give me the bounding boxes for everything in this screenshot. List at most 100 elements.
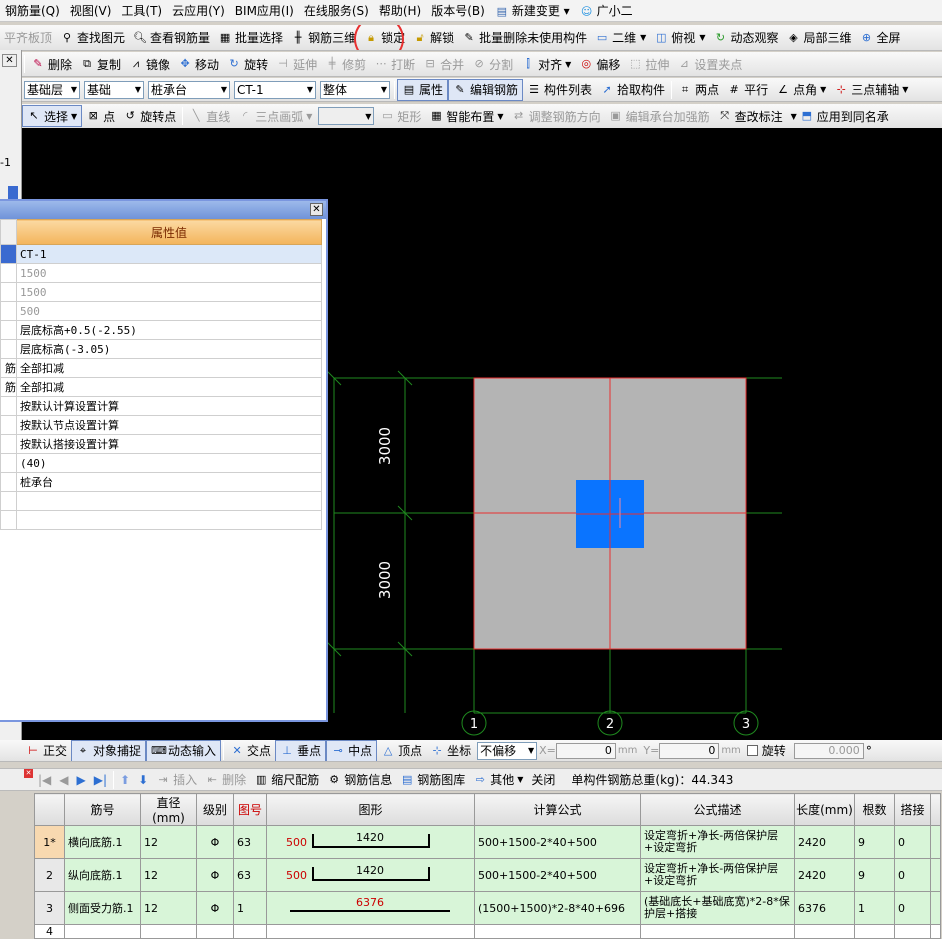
grade-cell[interactable]: Φ xyxy=(196,858,234,892)
grade-cell[interactable]: Φ xyxy=(196,891,234,925)
property-row[interactable]: 层底标高+0.5(-2.55) xyxy=(0,320,322,340)
property-row[interactable]: 按默认搭接设置计算 xyxy=(0,434,322,454)
menu-help[interactable]: 帮助(H) xyxy=(374,1,426,21)
property-row[interactable]: CT-1 xyxy=(0,244,322,264)
point-button[interactable]: ⊠ 点 xyxy=(82,105,119,127)
local-3d-button[interactable]: ◈ 局部三维 xyxy=(782,27,855,49)
property-row[interactable]: 1500 xyxy=(0,263,322,283)
type-select[interactable]: 桩承台 ▼ xyxy=(148,80,230,99)
rotate-button[interactable]: ↻ 旋转 xyxy=(223,53,272,75)
last-record-button[interactable]: ▶| xyxy=(90,769,111,790)
align-dropdown[interactable]: ⫿ 对齐 ▼ xyxy=(517,53,575,75)
rebar-library-button[interactable]: ▤ 钢筋图库 xyxy=(396,769,469,790)
column-header[interactable]: 级别 xyxy=(196,793,234,826)
stretch-button[interactable]: ⬚ 拉伸 xyxy=(624,53,673,75)
column-header[interactable]: 公式描述 xyxy=(640,793,795,826)
property-value-cell[interactable]: 按默认搭接设置计算 xyxy=(16,434,322,454)
adjust-rebar-direction-button[interactable]: ⇄ 调整钢筋方向 xyxy=(508,105,605,127)
column-header[interactable]: 长度(mm) xyxy=(794,793,855,826)
close-rebar-button[interactable]: 关闭 xyxy=(527,769,559,790)
delete-button[interactable]: ✎ 删除 xyxy=(27,53,76,75)
mirror-button[interactable]: ⩘ 镜像 xyxy=(125,53,174,75)
menu-assistant[interactable]: ☺ 广小二 xyxy=(575,1,638,21)
desc-cell[interactable]: 设定弯折+净长-两倍保护层+设定弯折 xyxy=(640,858,795,892)
dynamic-orbit-button[interactable]: ↻ 动态观察 xyxy=(709,27,782,49)
shape-cell[interactable]: 500 1420 xyxy=(266,858,475,892)
select-dropdown[interactable]: ↖ 选择 ▼ xyxy=(22,105,83,127)
edit-cap-reinforcement-button[interactable]: ▣ 编辑承台加强筋 xyxy=(605,105,714,127)
properties-toggle[interactable]: ▤ 属性 xyxy=(397,78,449,101)
formula-cell[interactable]: 500+1500-2*40+500 xyxy=(474,858,641,892)
extend-button[interactable]: ⊣ 延伸 xyxy=(272,53,321,75)
top-view-dropdown[interactable]: ◫ 俯视 ▼ xyxy=(650,27,709,49)
coordinate-snap-button[interactable]: ⊹ 坐标 xyxy=(426,740,475,761)
three-point-axis-dropdown[interactable]: ⊹ 三点辅轴 ▼ xyxy=(830,79,912,101)
menu-cloud[interactable]: 云应用(Y) xyxy=(167,1,230,21)
fig-cell[interactable]: 1 xyxy=(233,891,267,925)
prev-record-button[interactable]: ◀ xyxy=(55,769,72,790)
ortho-button[interactable]: ⊢ 正交 xyxy=(22,740,71,761)
table-row[interactable]: 1* 横向底筋.1 12 Φ 63 500 1420 500+1500-2*40+500 设定弯… xyxy=(34,825,941,859)
insert-button[interactable]: ⇥ 插入 xyxy=(152,769,201,790)
rotate-checkbox[interactable] xyxy=(746,745,758,756)
smart-layout-dropdown[interactable]: ▦ 智能布置 ▼ xyxy=(425,105,507,127)
name-cell[interactable]: 纵向底筋.1 xyxy=(64,858,141,892)
scope-select[interactable]: 整体 ▼ xyxy=(320,80,390,99)
formula-cell[interactable]: (1500+1500)*2-8*40+696 xyxy=(474,891,641,925)
view-rebar-qty-button[interactable]: 🔍︎ 查看钢筋量 xyxy=(129,27,214,49)
component-list-button[interactable]: ☰ 构件列表 xyxy=(523,79,596,101)
parallel-button[interactable]: # 平行 xyxy=(723,79,772,101)
fullscreen-button[interactable]: ⊕ 全屏 xyxy=(856,27,905,49)
property-value-cell[interactable]: 按默认节点设置计算 xyxy=(16,415,322,435)
count-cell[interactable]: 9 xyxy=(854,825,895,859)
vertex-snap-button[interactable]: △ 顶点 xyxy=(377,740,426,761)
set-grip-button[interactable]: ⊿ 设置夹点 xyxy=(673,53,746,75)
x-input[interactable]: 0 xyxy=(555,742,616,759)
find-element-button[interactable]: ⚲ 查找图元 xyxy=(56,27,129,49)
split-button[interactable]: ⊘ 分割 xyxy=(468,53,517,75)
trim-button[interactable]: ╪ 修剪 xyxy=(321,53,370,75)
left-close-icon[interactable]: ✕ xyxy=(2,54,17,67)
offset-button[interactable]: ◎ 偏移 xyxy=(575,53,624,75)
property-row[interactable] xyxy=(0,510,322,530)
other-dropdown[interactable]: ⇨ 其他 ▼ xyxy=(469,769,527,790)
component-select[interactable]: CT-1 ▼ xyxy=(234,80,316,99)
column-header[interactable]: 图号 xyxy=(233,793,267,826)
delete-row-button[interactable]: ⇤ 删除 xyxy=(201,769,250,790)
property-value-cell[interactable]: (40) xyxy=(16,453,322,473)
property-value-cell[interactable]: CT-1 xyxy=(16,244,322,264)
lap-cell[interactable]: 0 xyxy=(894,858,931,892)
lap-cell[interactable]: 0 xyxy=(894,891,931,925)
menu-bim[interactable]: BIM应用(I) xyxy=(230,1,299,21)
property-row[interactable]: 1500 xyxy=(0,282,322,302)
next-record-button[interactable]: ▶ xyxy=(73,769,90,790)
midpoint-snap-toggle[interactable]: ⊸ 中点 xyxy=(326,740,378,761)
length-cell[interactable]: 2420 xyxy=(794,825,855,859)
shape-cell[interactable]: 6376 xyxy=(266,891,475,925)
column-header[interactable]: 搭接 xyxy=(894,793,931,826)
property-row[interactable]: 层底标高(-3.05) xyxy=(0,339,322,359)
rebar-close-marker[interactable]: ✕ xyxy=(24,769,33,778)
rectangle-button[interactable]: ▭ 矩形 xyxy=(376,105,425,127)
dia-cell[interactable]: 12 xyxy=(140,825,197,859)
count-cell[interactable]: 1 xyxy=(854,891,895,925)
batch-select-button[interactable]: ▦ 批量选择 xyxy=(214,27,287,49)
edit-annotation-button[interactable]: ⤧ 查改标注 xyxy=(714,105,787,127)
table-row[interactable]: 3 侧面受力筋.1 12 Φ 1 6376 (1500+1500)*2-8*40+696 (基… xyxy=(34,891,941,925)
pick-component-button[interactable]: ➚ 拾取构件 xyxy=(596,79,669,101)
close-icon[interactable]: ✕ xyxy=(310,203,323,216)
dia-cell[interactable]: 12 xyxy=(140,858,197,892)
column-header[interactable] xyxy=(34,793,65,826)
rebar-3d-button[interactable]: ╫ 钢筋三维 xyxy=(287,27,360,49)
property-row[interactable]: (40) xyxy=(0,453,322,473)
fig-cell[interactable]: 63 xyxy=(233,858,267,892)
menu-rebar-qty[interactable]: 钢筋量(Q) xyxy=(0,1,65,21)
property-value-cell[interactable]: 1500 xyxy=(16,282,322,302)
fig-cell[interactable]: 63 xyxy=(233,825,267,859)
property-value-cell[interactable]: 500 xyxy=(16,301,322,321)
desc-cell[interactable]: (基础底长+基础底宽)*2-8*保护层+搭接 xyxy=(640,891,795,925)
point-angle-dropdown[interactable]: ∠ 点角 ▼ xyxy=(772,79,830,101)
rotate-input[interactable]: 0.000 xyxy=(793,742,864,759)
property-value-cell[interactable]: 全部扣减 xyxy=(16,358,322,378)
arc-option-select[interactable]: ▼ xyxy=(318,107,375,125)
